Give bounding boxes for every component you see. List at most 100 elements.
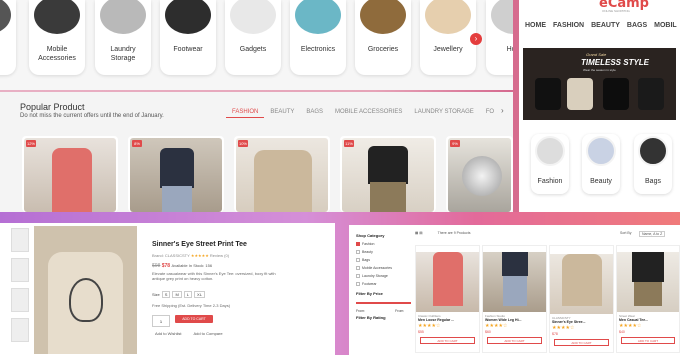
filter-checkbox[interactable]: Footwear <box>356 280 411 288</box>
quantity-stepper[interactable]: 1 <box>152 315 170 327</box>
filter-title: Shop Category <box>356 233 385 238</box>
category-card-home[interactable]: Hom <box>486 0 513 75</box>
product-price: $60 <box>485 330 491 334</box>
category-card-electronics[interactable]: Electronics <box>290 0 346 75</box>
product-card[interactable]: 12% <box>22 136 118 212</box>
chevron-right-icon[interactable]: › <box>470 33 482 45</box>
price-range: From: From: <box>356 309 405 313</box>
tab-laundry-storage[interactable]: LAUNDRY STORAGE <box>408 106 479 118</box>
product-card[interactable]: 10% <box>234 136 330 212</box>
product-image <box>638 78 664 110</box>
size-option[interactable]: M <box>172 291 182 298</box>
listing-toolbar: ▦ ▤ There are 9 Products Sort By Name, A… <box>415 231 677 241</box>
discount-badge: 11% <box>344 140 354 147</box>
tab-fashion[interactable]: FASHION <box>226 106 265 118</box>
filter-checkbox[interactable]: Bags <box>356 256 411 264</box>
category-strip: ‹ Mobile Accessories Laundry Storage Foo… <box>0 0 513 90</box>
category-card-mobile-accessories[interactable]: Mobile Accessories <box>29 0 85 75</box>
section-title: Popular Product <box>20 102 85 112</box>
add-to-cart-button[interactable]: ADD TO CART <box>420 337 475 344</box>
product-listing: Shop Category Fashion Beauty Bags Mobile… <box>349 225 680 355</box>
category-circle-beauty[interactable]: Beauty <box>582 134 620 194</box>
product-image <box>535 78 561 110</box>
category-circle-fashion[interactable]: Fashion <box>531 134 569 194</box>
product-card[interactable]: Street Wear Men Casual Tee... ★★★★☆ $40 AD… <box>616 245 680 353</box>
groceries-icon <box>360 0 406 34</box>
tab-bags[interactable]: BAGS <box>300 106 329 118</box>
add-to-wishlist-link[interactable]: Add to Wishlist <box>155 331 181 336</box>
sort-select[interactable]: Name, A to Z <box>639 231 666 237</box>
rating-filter-title: Filter By Rating <box>356 315 386 320</box>
nav-beauty[interactable]: BEAUTY <box>591 22 620 29</box>
product-card[interactable]: 11% <box>340 136 436 212</box>
product-actions: Add to Wishlist Add to Compare <box>155 331 223 336</box>
size-option[interactable]: XL <box>194 291 205 298</box>
nav-mobile[interactable]: MOBIL <box>654 22 677 29</box>
product-card[interactable]: Fashion Studio Women Wide Leg Hi... ★★★★☆… <box>482 245 547 353</box>
rating-stars: ★★★★★ <box>190 253 209 258</box>
category-label: Fashion <box>537 178 563 185</box>
category-card-footwear[interactable]: Footwear <box>160 0 216 75</box>
category-circle-bags[interactable]: Bags <box>634 134 672 194</box>
category-card-laundry-storage[interactable]: Laundry Storage <box>95 0 151 75</box>
product-card[interactable]: Classic Outfitters Men Loose Regular ... … <box>415 245 480 353</box>
tab-beauty[interactable]: BEAUTY <box>264 106 300 118</box>
nav-home[interactable]: HOME <box>525 22 546 29</box>
filter-checkbox[interactable]: Fashion <box>356 240 411 248</box>
product-card[interactable]: 8% <box>128 136 224 212</box>
add-to-cart-button[interactable]: ADD TO CART <box>621 337 675 344</box>
category-card-gadgets[interactable]: Gadgets <box>225 0 281 75</box>
add-to-compare-link[interactable]: Add to Compare <box>193 331 222 336</box>
thumbnail[interactable] <box>11 258 29 282</box>
size-option[interactable]: L <box>183 291 193 298</box>
banner-subtitle: Wear the season in style <box>583 68 616 72</box>
thumbnail[interactable] <box>11 228 29 252</box>
rating-stars: ★★★★☆ <box>552 325 575 331</box>
add-to-cart-button[interactable]: ADD TO CART <box>175 315 213 323</box>
filter-checkbox[interactable]: Laundry Storage <box>356 272 411 280</box>
category-tabs: FASHION BEAUTY BAGS MOBILE ACCESSORIES L… <box>226 106 500 118</box>
thumbnail[interactable] <box>11 288 29 312</box>
filter-checkbox[interactable]: Beauty <box>356 248 411 256</box>
price-block: $98 $78 Available In Stock: 156 <box>152 263 213 269</box>
product-price: $78 <box>552 332 558 336</box>
product-card[interactable]: CLASSICSTY Sinner's Eye Stree... ★★★★☆ $78… <box>549 245 614 353</box>
tab-footwear[interactable]: FO <box>480 106 500 118</box>
filter-checkbox[interactable]: Mobile Accessories <box>356 264 411 272</box>
price-slider[interactable] <box>356 302 411 304</box>
product-price: $40 <box>619 330 625 334</box>
filter-sidebar: Shop Category Fashion Beauty Bags Mobile… <box>356 233 411 355</box>
gadgets-icon <box>230 0 276 34</box>
category-card-jewellery[interactable]: Jewellery <box>420 0 476 75</box>
category-card[interactable] <box>0 0 16 75</box>
category-card-groceries[interactable]: Groceries <box>355 0 411 75</box>
add-to-cart-button[interactable]: ADD TO CART <box>487 337 542 344</box>
category-label: Gadgets <box>239 46 267 53</box>
category-label: Hom <box>506 46 513 53</box>
rating-stars: ★★★★☆ <box>619 323 642 329</box>
add-to-cart-button[interactable]: ADD TO CART <box>554 339 609 346</box>
product-card[interactable]: 9% <box>446 136 513 212</box>
grid-view-icon[interactable]: ▦ ▤ <box>415 231 423 235</box>
nav-bags[interactable]: BAGS <box>627 22 647 29</box>
shipping-info: Free Shipping (Est. Delivery Time 2-3 Da… <box>152 303 231 308</box>
main-product-image[interactable] <box>34 226 137 354</box>
tab-mobile-accessories[interactable]: MOBILE ACCESSORIES <box>329 106 408 118</box>
category-label: Beauty <box>590 178 612 185</box>
category-label: Groceries <box>367 46 399 53</box>
thumbnail[interactable] <box>11 318 29 342</box>
nav-fashion[interactable]: FASHION <box>553 22 584 29</box>
category-label: Jewellery <box>433 46 463 53</box>
product-price: $55 <box>418 330 424 334</box>
section-subtitle: Do not miss the current offers until the… <box>20 113 164 119</box>
logo-tagline: ONLINE SHOPPING <box>602 9 630 13</box>
size-option[interactable]: S <box>161 291 171 298</box>
sort-label: Sort By <box>620 231 632 235</box>
chevron-right-icon[interactable]: › <box>501 106 504 115</box>
product-description: Elevate casualwear with this Sinner's Ey… <box>152 271 276 281</box>
hero-banner[interactable]: Grand Sale TIMELESS STYLE Wear the seaso… <box>523 48 676 120</box>
category-label: Footwear <box>173 46 203 53</box>
banner-title: TIMELESS STYLE <box>581 58 650 67</box>
discount-badge: 10% <box>238 140 248 147</box>
product-image <box>603 78 629 110</box>
